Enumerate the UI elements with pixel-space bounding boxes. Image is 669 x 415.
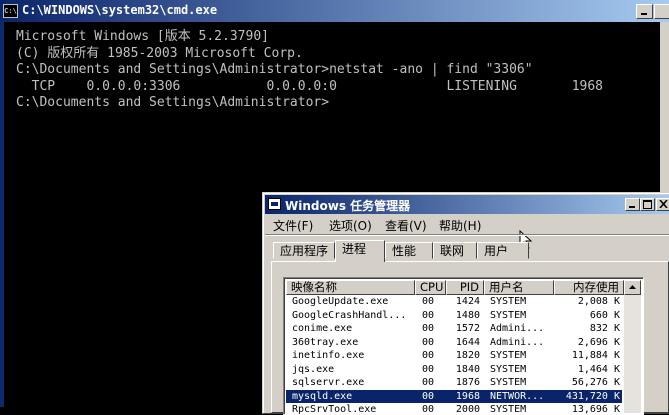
- table-row[interactable]: RpcSrvTool.exe 00 2000 SYSTEM 13,696 K: [286, 403, 622, 415]
- task-manager-titlebar[interactable]: Windows 任务管理器: [265, 195, 669, 214]
- process-user: NETWOR...: [490, 390, 545, 402]
- process-list-header: 映像名称 CPU PID 用户名 内存使用: [286, 280, 641, 295]
- tab-users[interactable]: 用户: [477, 242, 529, 259]
- process-pid: 2000: [455, 404, 480, 415]
- process-memory: 431,720 K: [565, 390, 620, 402]
- process-name: conime.exe: [292, 323, 353, 334]
- cmd-minimize-button[interactable]: [636, 4, 653, 19]
- process-user: Admini...: [490, 323, 545, 334]
- process-pid: 1968: [455, 390, 480, 402]
- process-name: jqs.exe: [292, 363, 335, 375]
- process-cpu: 00: [422, 390, 435, 402]
- process-memory: 11,884 K: [571, 350, 620, 361]
- close-icon: [659, 200, 668, 208]
- tab-processes[interactable]: 进程: [335, 240, 385, 262]
- process-memory: 660 K: [589, 309, 620, 321]
- process-cpu: 00: [422, 336, 435, 348]
- process-memory: 56,276 K: [571, 377, 620, 388]
- column-header-memory-usage[interactable]: 内存使用: [554, 280, 624, 295]
- menu-item-options[interactable]: 选项(O): [329, 217, 372, 234]
- process-user: SYSTEM: [490, 404, 527, 415]
- close-button[interactable]: [656, 198, 669, 211]
- process-cpu: 00: [422, 350, 435, 361]
- process-cpu: 00: [422, 363, 435, 375]
- console-line: Microsoft Windows [版本 5.2.3790]: [16, 29, 269, 44]
- process-cpu: 00: [422, 377, 435, 388]
- process-user: SYSTEM: [490, 296, 527, 307]
- process-name: GoogleCrashHandl...: [292, 309, 407, 321]
- process-user: SYSTEM: [490, 377, 527, 388]
- process-memory: 2,008 K: [577, 296, 620, 307]
- process-pid: 1572: [455, 323, 480, 334]
- minimize-button[interactable]: [625, 198, 640, 211]
- process-list-scrollbar[interactable]: [624, 295, 641, 413]
- process-memory: 2,696 K: [577, 336, 620, 348]
- cmd-titlebar[interactable]: C:\ C:\WINDOWS\system32\cmd.exe: [0, 0, 669, 22]
- process-name: sqlservr.exe: [292, 377, 365, 388]
- menu-bar: 文件(F) 选项(O) 查看(V) 帮助(H): [265, 215, 669, 250]
- process-pid: 1644: [455, 336, 480, 348]
- process-name: 360tray.exe: [292, 336, 359, 348]
- table-row[interactable]: mysqld.exe 00 1968 NETWOR... 431,720 K: [286, 389, 622, 403]
- menu-divider: [265, 234, 669, 236]
- console-line: (C) 版权所有 1985-2003 Microsoft Corp.: [16, 45, 303, 61]
- table-row[interactable]: jqs.exe 00 1840 SYSTEM 1,464 K: [286, 363, 622, 377]
- process-name: mysqld.exe: [292, 390, 353, 402]
- maximize-button[interactable]: [640, 198, 655, 211]
- process-cpu: 00: [422, 404, 435, 415]
- table-row[interactable]: GoogleCrashHandl... 00 1480 SYSTEM 660 K: [286, 309, 622, 323]
- column-header-pid[interactable]: PID: [446, 280, 484, 295]
- column-header-image-name[interactable]: 映像名称: [286, 280, 415, 295]
- console-line: C:\Documents and Settings\Administrator>: [16, 95, 330, 110]
- process-user: SYSTEM: [490, 363, 527, 375]
- task-manager-app-icon[interactable]: [268, 198, 281, 210]
- process-name: GoogleUpdate.exe: [292, 296, 389, 307]
- console-line: TCP 0.0.0.0:3306 0.0.0.0:0 LISTENING 196…: [16, 78, 603, 94]
- process-cpu: 00: [422, 309, 435, 321]
- process-cpu: 00: [422, 323, 435, 334]
- process-pid: 1876: [455, 377, 480, 388]
- table-row[interactable]: sqlservr.exe 00 1876 SYSTEM 56,276 K: [286, 376, 622, 390]
- process-user: SYSTEM: [490, 309, 527, 321]
- arrow-up-icon: [629, 285, 636, 289]
- column-header-cpu[interactable]: CPU: [415, 280, 446, 295]
- process-pid: 1480: [455, 309, 480, 321]
- process-user: Admini...: [490, 336, 545, 348]
- tab-applications[interactable]: 应用程序: [273, 242, 335, 259]
- process-memory: 13,696 K: [571, 404, 620, 415]
- process-pid: 1820: [455, 350, 480, 361]
- task-manager-window: Windows 任务管理器 文件(F) 选项(O) 查看(V) 帮助(H) 应用…: [262, 192, 669, 415]
- menu-item-view[interactable]: 查看(V): [385, 217, 427, 234]
- process-pid: 1424: [455, 296, 480, 307]
- cmd-app-icon[interactable]: C:\: [3, 4, 18, 18]
- cmd-maximize-button[interactable]: [654, 4, 669, 19]
- menu-item-file[interactable]: 文件(F): [273, 217, 313, 234]
- menu-item-help[interactable]: 帮助(H): [439, 217, 481, 234]
- process-name: inetinfo.exe: [292, 350, 365, 361]
- cmd-window-title: C:\WINDOWS\system32\cmd.exe: [22, 3, 218, 17]
- process-user: SYSTEM: [490, 350, 527, 361]
- process-memory: 832 K: [589, 323, 620, 334]
- tab-networking[interactable]: 联网: [433, 242, 477, 259]
- table-row[interactable]: conime.exe 00 1572 Admini... 832 K: [286, 322, 622, 336]
- table-row[interactable]: 360tray.exe 00 1644 Admini... 2,696 K: [286, 336, 622, 350]
- scroll-up-button[interactable]: [624, 280, 641, 295]
- process-list[interactable]: 映像名称 CPU PID 用户名 内存使用 GoogleUpdate.exe 00…: [283, 277, 644, 415]
- table-row[interactable]: inetinfo.exe 00 1820 SYSTEM 11,884 K: [286, 349, 622, 363]
- task-manager-title: Windows 任务管理器: [285, 199, 411, 213]
- process-name: RpcSrvTool.exe: [292, 404, 377, 415]
- table-row[interactable]: GoogleUpdate.exe 00 1424 SYSTEM 2,008 K: [286, 295, 622, 309]
- process-memory: 1,464 K: [577, 363, 620, 375]
- tab-performance[interactable]: 性能: [385, 242, 433, 259]
- process-cpu: 00: [422, 296, 435, 307]
- process-pid: 1840: [455, 363, 480, 375]
- console-line: C:\Documents and Settings\Administrator>…: [16, 62, 533, 77]
- column-header-user-name[interactable]: 用户名: [484, 280, 554, 295]
